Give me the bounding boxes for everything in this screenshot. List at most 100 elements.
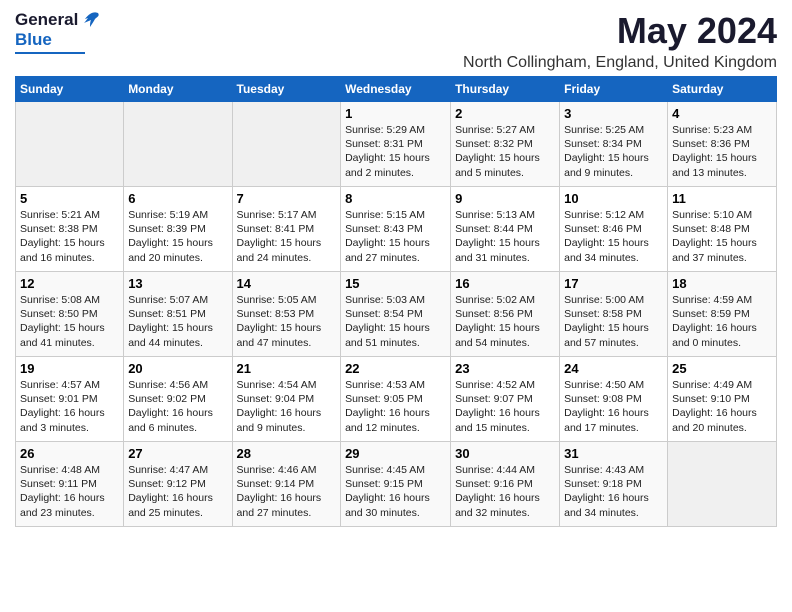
day-info: Sunrise: 5:21 AM Sunset: 8:38 PM Dayligh…: [20, 208, 119, 265]
day-info: Sunrise: 5:29 AM Sunset: 8:31 PM Dayligh…: [345, 123, 446, 180]
calendar-cell: 22Sunrise: 4:53 AM Sunset: 9:05 PM Dayli…: [341, 357, 451, 442]
day-number: 7: [237, 191, 337, 206]
day-info: Sunrise: 5:23 AM Sunset: 8:36 PM Dayligh…: [672, 123, 772, 180]
day-number: 18: [672, 276, 772, 291]
calendar-cell: 18 Sunrise: 4:59 AM Sunset: 8:59 PM Dayli…: [668, 272, 777, 357]
day-number: 24: [564, 361, 663, 376]
location-title: North Collingham, England, United Kingdo…: [463, 54, 777, 72]
day-info: Sunrise: 5:10 AM Sunset: 8:48 PM Dayligh…: [672, 208, 772, 265]
calendar-cell: 6Sunrise: 5:19 AM Sunset: 8:39 PM Daylig…: [124, 187, 232, 272]
calendar-cell: 24 Sunrise: 4:50 AM Sunset: 9:08 PM Dayli…: [560, 357, 668, 442]
day-info: Sunrise: 4:54 AM Sunset: 9:04 PM Dayligh…: [237, 378, 337, 435]
calendar-cell: [232, 102, 341, 187]
calendar-cell: 20 Sunrise: 4:56 AM Sunset: 9:02 PM Dayli…: [124, 357, 232, 442]
calendar-cell: 23Sunrise: 4:52 AM Sunset: 9:07 PM Dayli…: [451, 357, 560, 442]
calendar-body: 1 Sunrise: 5:29 AM Sunset: 8:31 PM Daylig…: [16, 102, 777, 527]
day-info: Sunrise: 5:12 AM Sunset: 8:46 PM Dayligh…: [564, 208, 663, 265]
day-number: 17: [564, 276, 663, 291]
day-number: 4: [672, 106, 772, 121]
day-info: Sunrise: 4:50 AM Sunset: 9:08 PM Dayligh…: [564, 378, 663, 435]
day-info: Sunrise: 4:44 AM Sunset: 9:16 PM Dayligh…: [455, 463, 555, 520]
day-info: Sunrise: 5:02 AM Sunset: 8:56 PM Dayligh…: [455, 293, 555, 350]
day-number: 13: [128, 276, 227, 291]
day-number: 10: [564, 191, 663, 206]
calendar-cell: 19 Sunrise: 4:57 AM Sunset: 9:01 PM Dayli…: [16, 357, 124, 442]
day-number: 2: [455, 106, 555, 121]
day-info: Sunrise: 5:05 AM Sunset: 8:53 PM Dayligh…: [237, 293, 337, 350]
col-tuesday: Tuesday: [232, 77, 341, 102]
day-number: 16: [455, 276, 555, 291]
calendar-header: Sunday Monday Tuesday Wednesday Thursday…: [16, 77, 777, 102]
day-info: Sunrise: 4:49 AM Sunset: 9:10 PM Dayligh…: [672, 378, 772, 435]
col-monday: Monday: [124, 77, 232, 102]
day-number: 25: [672, 361, 772, 376]
day-number: 8: [345, 191, 446, 206]
calendar-cell: 7Sunrise: 5:17 AM Sunset: 8:41 PM Daylig…: [232, 187, 341, 272]
day-info: Sunrise: 5:03 AM Sunset: 8:54 PM Dayligh…: [345, 293, 446, 350]
day-number: 31: [564, 446, 663, 461]
day-number: 23: [455, 361, 555, 376]
month-title: May 2024: [463, 10, 777, 52]
day-info: Sunrise: 5:13 AM Sunset: 8:44 PM Dayligh…: [455, 208, 555, 265]
calendar-week-5: 26Sunrise: 4:48 AM Sunset: 9:11 PM Dayli…: [16, 442, 777, 527]
calendar-week-1: 1 Sunrise: 5:29 AM Sunset: 8:31 PM Daylig…: [16, 102, 777, 187]
day-info: Sunrise: 4:45 AM Sunset: 9:15 PM Dayligh…: [345, 463, 446, 520]
day-number: 30: [455, 446, 555, 461]
col-sunday: Sunday: [16, 77, 124, 102]
header-row: Sunday Monday Tuesday Wednesday Thursday…: [16, 77, 777, 102]
col-saturday: Saturday: [668, 77, 777, 102]
calendar-cell: 16 Sunrise: 5:02 AM Sunset: 8:56 PM Dayli…: [451, 272, 560, 357]
day-info: Sunrise: 4:46 AM Sunset: 9:14 PM Dayligh…: [237, 463, 337, 520]
logo-divider: [15, 52, 85, 54]
calendar-cell: 21Sunrise: 4:54 AM Sunset: 9:04 PM Dayli…: [232, 357, 341, 442]
calendar-cell: 12Sunrise: 5:08 AM Sunset: 8:50 PM Dayli…: [16, 272, 124, 357]
day-number: 28: [237, 446, 337, 461]
page-header: General Blue May 2024 North Collingham, …: [15, 10, 777, 72]
calendar-cell: 14 Sunrise: 5:05 AM Sunset: 8:53 PM Dayli…: [232, 272, 341, 357]
day-number: 11: [672, 191, 772, 206]
day-info: Sunrise: 4:48 AM Sunset: 9:11 PM Dayligh…: [20, 463, 119, 520]
logo-general: General: [15, 10, 78, 30]
calendar-table: Sunday Monday Tuesday Wednesday Thursday…: [15, 76, 777, 527]
calendar-cell: [124, 102, 232, 187]
day-info: Sunrise: 4:53 AM Sunset: 9:05 PM Dayligh…: [345, 378, 446, 435]
day-number: 15: [345, 276, 446, 291]
col-friday: Friday: [560, 77, 668, 102]
logo-blue: Blue: [15, 30, 52, 50]
day-number: 3: [564, 106, 663, 121]
calendar-cell: 4 Sunrise: 5:23 AM Sunset: 8:36 PM Daylig…: [668, 102, 777, 187]
day-number: 1: [345, 106, 446, 121]
day-info: Sunrise: 4:59 AM Sunset: 8:59 PM Dayligh…: [672, 293, 772, 350]
calendar-week-4: 19 Sunrise: 4:57 AM Sunset: 9:01 PM Dayli…: [16, 357, 777, 442]
day-number: 19: [20, 361, 119, 376]
calendar-week-2: 5Sunrise: 5:21 AM Sunset: 8:38 PM Daylig…: [16, 187, 777, 272]
day-info: Sunrise: 4:43 AM Sunset: 9:18 PM Dayligh…: [564, 463, 663, 520]
calendar-cell: 27Sunrise: 4:47 AM Sunset: 9:12 PM Dayli…: [124, 442, 232, 527]
day-number: 27: [128, 446, 227, 461]
day-number: 14: [237, 276, 337, 291]
day-info: Sunrise: 5:07 AM Sunset: 8:51 PM Dayligh…: [128, 293, 227, 350]
calendar-cell: 26Sunrise: 4:48 AM Sunset: 9:11 PM Dayli…: [16, 442, 124, 527]
calendar-cell: 10 Sunrise: 5:12 AM Sunset: 8:46 PM Dayli…: [560, 187, 668, 272]
calendar-cell: [16, 102, 124, 187]
calendar-cell: 25 Sunrise: 4:49 AM Sunset: 9:10 PM Dayli…: [668, 357, 777, 442]
day-number: 9: [455, 191, 555, 206]
title-block: May 2024 North Collingham, England, Unit…: [463, 10, 777, 72]
day-number: 6: [128, 191, 227, 206]
day-info: Sunrise: 4:57 AM Sunset: 9:01 PM Dayligh…: [20, 378, 119, 435]
col-wednesday: Wednesday: [341, 77, 451, 102]
day-info: Sunrise: 5:15 AM Sunset: 8:43 PM Dayligh…: [345, 208, 446, 265]
calendar-cell: 8 Sunrise: 5:15 AM Sunset: 8:43 PM Daylig…: [341, 187, 451, 272]
day-info: Sunrise: 4:56 AM Sunset: 9:02 PM Dayligh…: [128, 378, 227, 435]
day-number: 20: [128, 361, 227, 376]
day-number: 29: [345, 446, 446, 461]
calendar-cell: 5Sunrise: 5:21 AM Sunset: 8:38 PM Daylig…: [16, 187, 124, 272]
logo: General Blue: [15, 10, 102, 54]
calendar-cell: 13 Sunrise: 5:07 AM Sunset: 8:51 PM Dayli…: [124, 272, 232, 357]
calendar-cell: 30 Sunrise: 4:44 AM Sunset: 9:16 PM Dayli…: [451, 442, 560, 527]
calendar-cell: 11 Sunrise: 5:10 AM Sunset: 8:48 PM Dayli…: [668, 187, 777, 272]
day-number: 12: [20, 276, 119, 291]
calendar-cell: 28 Sunrise: 4:46 AM Sunset: 9:14 PM Dayli…: [232, 442, 341, 527]
day-info: Sunrise: 5:25 AM Sunset: 8:34 PM Dayligh…: [564, 123, 663, 180]
calendar-cell: 2Sunrise: 5:27 AM Sunset: 8:32 PM Daylig…: [451, 102, 560, 187]
